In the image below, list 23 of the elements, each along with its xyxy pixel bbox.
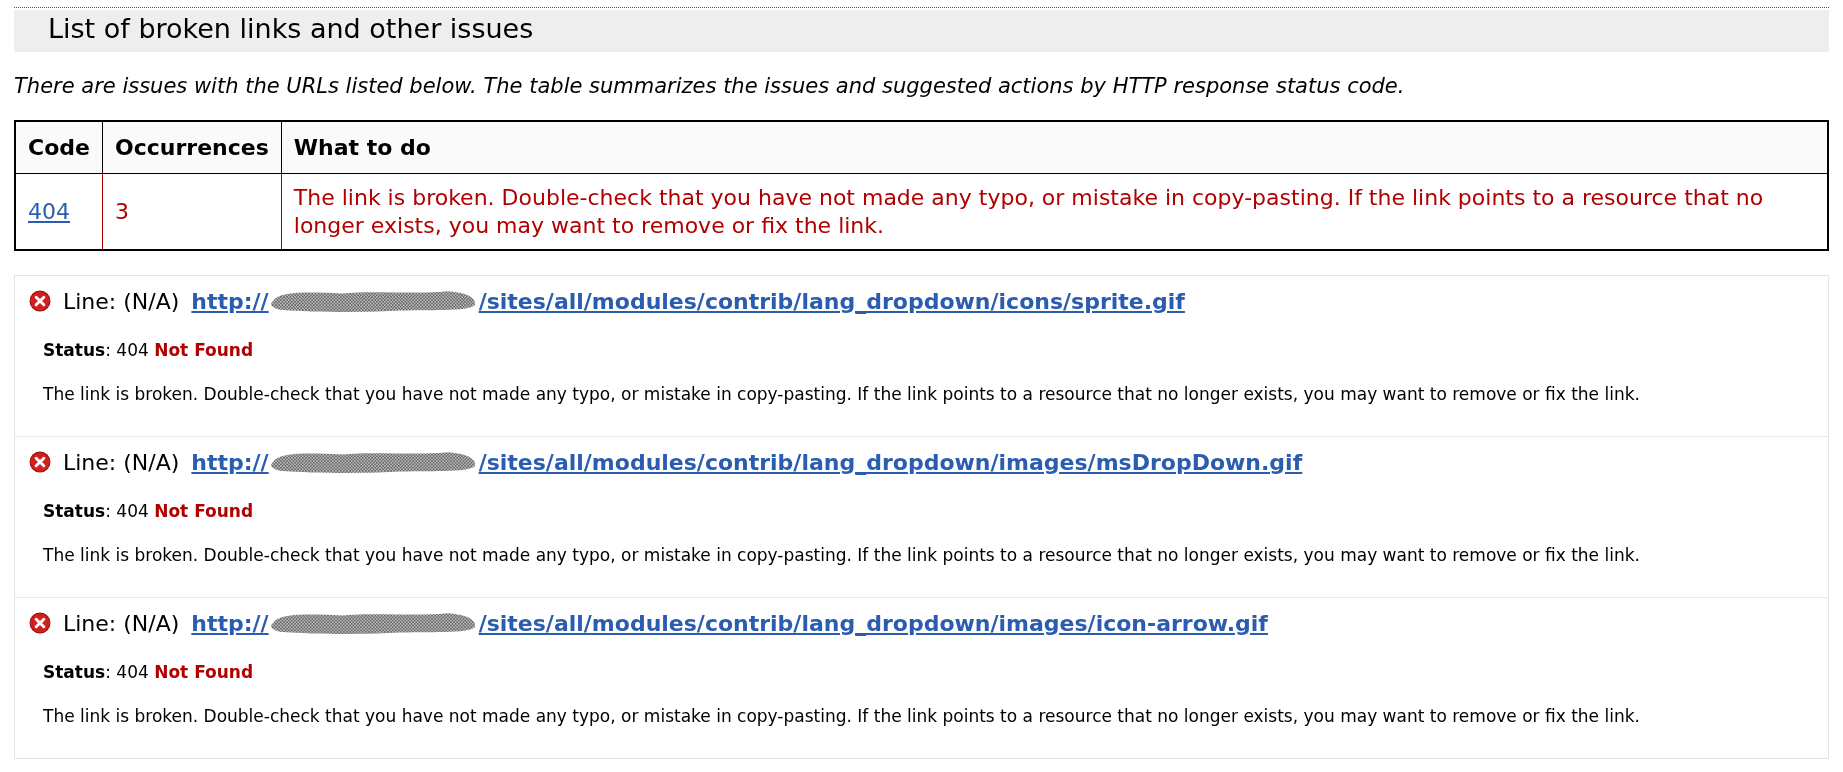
intro-text: There are issues with the URLs listed below. The table summarizes the issues and suggested actions by HTTP response status code. (14, 74, 1406, 98)
url-link[interactable]: http:// /sites/all/modules/contrib/lang_dropdown/images/msDropDown.gif (191, 449, 1303, 475)
table-cell: 3 (102, 173, 282, 250)
status-text: Status: 404 Not Found (43, 662, 254, 682)
error-icon (29, 290, 51, 312)
line-label: Line: (N/A) (63, 449, 180, 475)
error-icon (29, 451, 51, 473)
column-header: Code (15, 121, 103, 174)
column-header: Occurrences (102, 121, 282, 174)
status-text: Status: 404 Not Found (43, 501, 254, 521)
url-link[interactable]: http:// /sites/all/modules/contrib/lang_dropdown/images/icon-arrow.gif (191, 610, 1268, 636)
table-cell: The link is broken. Double-check that you have not made any typo, or mistake in copy-pasting. If the link points to a resource that no longer exists, you may want to remove or fix the link. (281, 173, 1828, 250)
error-icon (29, 612, 51, 634)
issue-description: The link is broken. Double-check that you have not made any typo, or mistake in copy-pasting. If the link points to a resource that no longer exists, you may want to remove or fix the link. (43, 545, 1641, 565)
line-label: Line: (N/A) (63, 610, 180, 636)
status-text: Status: 404 Not Found (43, 340, 254, 360)
issue-description: The link is broken. Double-check that you have not made any typo, or mistake in copy-pasting. If the link points to a resource that no longer exists, you may want to remove or fix the link. (43, 706, 1641, 726)
issue-description: The link is broken. Double-check that you have not made any typo, or mistake in copy-pasting. If the link points to a resource that no longer exists, you may want to remove or fix the link. (43, 384, 1641, 404)
status-code-link[interactable]: 404 (28, 198, 70, 224)
section-heading: List of broken links and other issues (14, 10, 1829, 52)
column-header: What to do (281, 121, 1828, 174)
url-link[interactable]: http:// /sites/all/modules/contrib/lang_dropdown/icons/sprite.gif (191, 288, 1185, 314)
line-label: Line: (N/A) (63, 288, 180, 314)
